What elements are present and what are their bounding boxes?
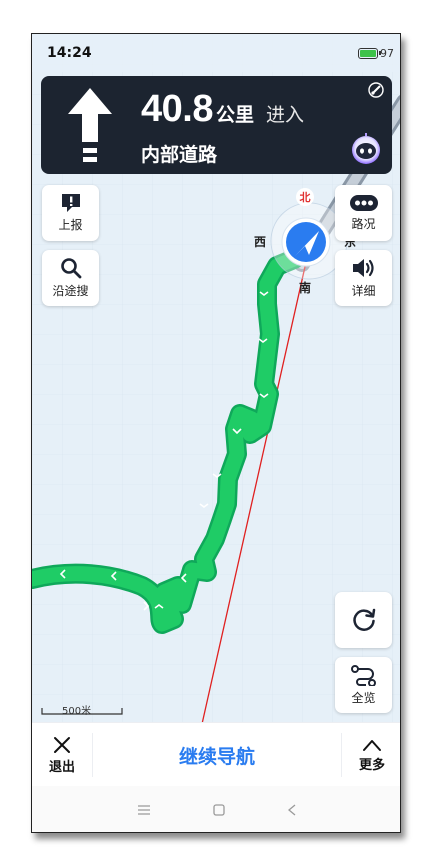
assistant-icon[interactable] — [349, 132, 383, 166]
close-icon — [54, 736, 70, 753]
scale-label: 500米 — [62, 706, 92, 717]
status-bar: 14:24 97 — [32, 34, 400, 72]
straight-arrow-icon — [68, 88, 112, 162]
more-label: 更多 — [358, 757, 385, 773]
compass-west: 西 — [254, 235, 266, 249]
overview-button[interactable]: 全览 — [335, 657, 392, 713]
compass-south: 南 — [299, 280, 311, 295]
system-navigation-bar — [32, 786, 400, 832]
status-time: 14:24 — [47, 45, 92, 61]
refresh-icon — [352, 608, 375, 631]
traffic-icon — [349, 195, 378, 211]
status-indicators: 97 — [358, 47, 394, 60]
battery-percent: 97 — [380, 46, 394, 60]
continue-label: 继续导航 — [178, 745, 255, 768]
refresh-button[interactable] — [335, 592, 392, 648]
menu-icon[interactable] — [137, 804, 151, 816]
exit-button[interactable]: 退出 — [36, 723, 88, 787]
volume-icon — [352, 259, 374, 277]
search-label: 沿途搜 — [52, 284, 89, 298]
detail-button[interactable]: 详细 — [335, 250, 392, 306]
road-name: 内部道路 — [141, 144, 218, 166]
search-icon — [60, 258, 81, 279]
overview-icon — [350, 665, 376, 686]
distance-value: 40.8 — [141, 88, 213, 130]
detail-label: 详细 — [351, 284, 376, 298]
compass-north: 北 — [300, 190, 311, 204]
home-icon[interactable] — [213, 804, 225, 816]
distance-row: 40.8 公里 进入 — [141, 88, 304, 131]
chevron-up-icon — [363, 739, 381, 751]
report-label: 上报 — [58, 218, 83, 232]
search-along-button[interactable]: 沿途搜 — [42, 250, 99, 306]
report-button[interactable]: 上报 — [42, 185, 99, 241]
phone-screen: 北 西 东 南 14:24 97 40.8 公里 进入 内部道路 上报 沿途搜 … — [31, 33, 401, 833]
distance-unit: 公里 — [215, 104, 254, 126]
continue-navigation-button[interactable]: 继续导航 — [92, 733, 342, 777]
bottom-bar: 退出 继续导航 更多 — [32, 722, 400, 787]
battery-icon — [358, 47, 381, 59]
position-marker — [281, 217, 331, 267]
gps-signal-icon — [368, 82, 384, 98]
more-button[interactable]: 更多 — [346, 723, 398, 787]
traffic-label: 路况 — [351, 217, 376, 231]
report-icon — [61, 194, 80, 212]
traffic-button[interactable]: 路况 — [335, 185, 392, 241]
exit-label: 退出 — [48, 759, 75, 775]
guidance-banner[interactable]: 40.8 公里 进入 内部道路 — [41, 76, 392, 174]
overview-label: 全览 — [351, 691, 376, 705]
action-text: 进入 — [265, 104, 304, 126]
back-icon[interactable] — [287, 804, 297, 816]
